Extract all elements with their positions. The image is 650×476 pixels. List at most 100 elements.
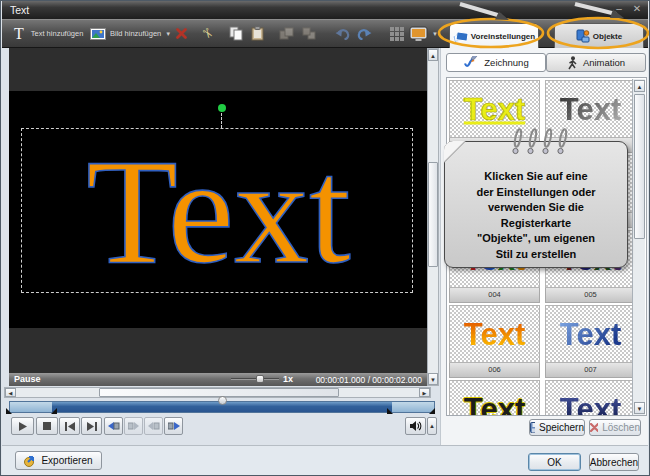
drawing-pen-icon xyxy=(463,56,479,69)
delete-icon xyxy=(590,423,598,432)
minimize-button[interactable]: – xyxy=(612,3,626,14)
frame-icon xyxy=(128,421,140,431)
delete-preset-button[interactable]: Löschen xyxy=(589,419,641,436)
delete-item-button[interactable] xyxy=(175,20,188,47)
send-backward-icon xyxy=(302,27,317,41)
add-text-button[interactable]: T Text hinzufügen xyxy=(14,20,83,47)
cut-button[interactable]: ✂ xyxy=(202,20,213,47)
tab-voreinstellungen-label: Voreinstellungen xyxy=(471,32,535,41)
scroll-left-arrow[interactable]: ◀ xyxy=(5,388,16,397)
volume-popup-button[interactable]: ▲ xyxy=(427,417,437,435)
frame-icon xyxy=(148,421,160,431)
bring-forward-button[interactable] xyxy=(279,20,295,47)
preset-sample-text: Text xyxy=(450,394,539,417)
trim-marker-2[interactable] xyxy=(51,408,57,414)
timeline-playhead[interactable] xyxy=(218,396,227,405)
redo-icon xyxy=(356,27,372,40)
undo-button[interactable] xyxy=(335,20,351,47)
export-icon xyxy=(24,455,37,467)
redo-button[interactable] xyxy=(356,20,372,47)
hscroll-thumb[interactable] xyxy=(99,388,339,397)
ok-button[interactable]: OK xyxy=(528,453,581,471)
preset-scroll-up[interactable]: ▲ xyxy=(634,80,645,92)
grid-toggle-button[interactable] xyxy=(390,20,404,47)
tab-objekte[interactable]: Objekte xyxy=(554,23,644,48)
speed-slider-thumb[interactable] xyxy=(256,375,264,383)
trim-marker-4[interactable] xyxy=(429,408,435,414)
preset-item[interactable]: Text006 xyxy=(449,305,540,378)
add-image-label: Bild hinzufügen xyxy=(110,29,161,38)
preset-item[interactable]: Text007 xyxy=(545,305,636,378)
tab-zeichnung-label: Zeichnung xyxy=(484,57,528,68)
preset-scroll-down[interactable]: ▼ xyxy=(634,402,645,414)
preset-item[interactable]: Text xyxy=(449,380,540,416)
frame-back-icon xyxy=(108,421,120,431)
display-mode-button[interactable]: ▼ xyxy=(409,20,438,47)
copy-button[interactable] xyxy=(229,20,243,47)
add-image-button[interactable]: Bild hinzufügen ▼ xyxy=(90,20,171,47)
frame-step-button-3[interactable] xyxy=(144,417,163,435)
stop-icon xyxy=(43,422,51,430)
frame-step-button-2[interactable] xyxy=(124,417,143,435)
undo-icon xyxy=(335,27,351,40)
volume-button[interactable] xyxy=(405,417,426,435)
preset-label: 007 xyxy=(545,363,636,378)
preview-canvas[interactable]: Text Pause 1x 00:00:01.000 / 00:00:02.00… xyxy=(9,48,428,386)
preset-scroll-thumb[interactable] xyxy=(634,94,645,239)
frame-back-button[interactable] xyxy=(104,417,123,435)
save-icon xyxy=(530,422,535,433)
window-title: Text xyxy=(10,4,29,16)
chevron-down-icon: ▼ xyxy=(432,31,438,37)
canvas-vscrollbar[interactable]: ▲ ▼ xyxy=(427,48,439,386)
skip-end-icon xyxy=(87,422,97,431)
speed-slider-track[interactable] xyxy=(231,378,279,380)
title-bar: Text – ✕ xyxy=(2,1,648,19)
export-label: Exportieren xyxy=(41,455,92,466)
walking-person-icon xyxy=(567,56,578,70)
frame-forward-icon xyxy=(168,421,180,431)
save-preset-button[interactable]: Speichern xyxy=(529,419,585,436)
player-status: Pause xyxy=(14,374,41,384)
add-text-label: Text hinzufügen xyxy=(31,29,84,38)
tab-voreinstellungen[interactable]: Voreinstellungen xyxy=(449,23,539,49)
preset-sample-text: Text xyxy=(450,94,539,125)
player-status-bar: Pause 1x 00:00:01.000 / 00:00:02.000 xyxy=(9,373,428,386)
tab-animation[interactable]: Animation xyxy=(546,53,646,72)
preset-item[interactable]: Text xyxy=(545,380,636,416)
preset-label: 005 xyxy=(545,288,636,303)
export-button[interactable]: Exportieren xyxy=(15,451,102,470)
speed-value: 1x xyxy=(283,374,293,384)
go-end-button[interactable] xyxy=(81,417,102,435)
scissors-icon: ✂ xyxy=(198,25,217,43)
close-button[interactable]: ✕ xyxy=(630,3,644,14)
trim-marker-1[interactable] xyxy=(6,408,12,414)
canvas-text[interactable]: Text xyxy=(9,136,428,286)
scroll-down-arrow[interactable]: ▼ xyxy=(428,373,438,385)
text-tool-icon: T xyxy=(14,25,24,43)
paste-button[interactable] xyxy=(251,20,264,47)
bring-forward-icon xyxy=(279,27,295,41)
scroll-right-arrow[interactable]: ▶ xyxy=(419,388,430,397)
rotation-handle[interactable] xyxy=(218,104,226,112)
chevron-down-icon: ▼ xyxy=(165,31,171,37)
handle-connector xyxy=(221,113,222,128)
frame-forward-button[interactable] xyxy=(164,417,183,435)
preset-thumbnail[interactable]: Text xyxy=(545,305,636,363)
canvas-hscrollbar[interactable]: ◀ ▶ xyxy=(4,387,431,398)
stop-button[interactable] xyxy=(36,417,58,435)
play-button[interactable] xyxy=(11,417,34,435)
preset-label: 004 xyxy=(449,288,540,303)
trim-marker-3[interactable] xyxy=(387,408,393,414)
preset-thumbnail[interactable]: Text xyxy=(449,305,540,363)
preset-vscrollbar[interactable]: ▲ ▼ xyxy=(632,79,645,415)
preset-thumbnail[interactable]: Text xyxy=(449,380,540,416)
cancel-button[interactable]: Abbrechen xyxy=(589,453,639,471)
go-start-button[interactable] xyxy=(59,417,80,435)
tab-zeichnung[interactable]: Zeichnung xyxy=(446,53,546,72)
vscroll-thumb[interactable] xyxy=(428,162,438,267)
delete-label: Löschen xyxy=(602,422,640,433)
preset-thumbnail[interactable]: Text xyxy=(545,380,636,416)
paste-icon xyxy=(251,26,264,41)
scroll-up-arrow[interactable]: ▲ xyxy=(428,49,438,61)
send-backward-button[interactable] xyxy=(302,20,317,47)
